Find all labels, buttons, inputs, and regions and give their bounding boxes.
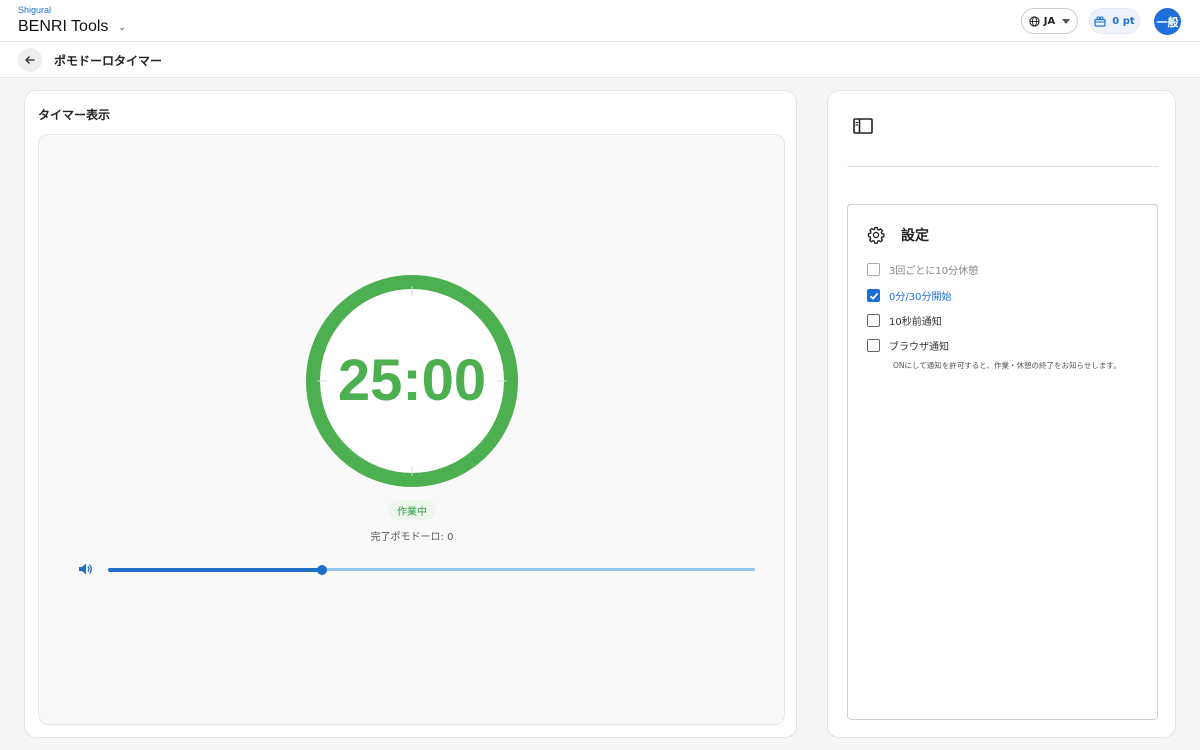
checkbox-browser-notify[interactable] (867, 339, 880, 352)
option-long-break[interactable]: 3回ごとに10分休憩 (867, 262, 978, 277)
option-label: 10秒前通知 (889, 317, 942, 328)
check-icon (869, 292, 878, 300)
timer-display-panel: 25:00 作業中 完了ポモドーロ: 0 (38, 134, 785, 725)
volume-icon[interactable] (77, 561, 93, 577)
top-bar: Shigural BENRI Tools ⌄ JA 0 pt 一般 (0, 0, 1200, 42)
option-label: 3回ごとに10分休憩 (889, 266, 979, 277)
gear-icon (867, 226, 885, 244)
timer-card-title: タイマー表示 (38, 108, 111, 122)
checkbox-align-start[interactable] (867, 289, 880, 302)
page-title: ポモドーロタイマー (54, 54, 163, 68)
back-button[interactable] (18, 48, 42, 72)
language-label: JA (1043, 15, 1056, 27)
caret-down-icon (1062, 18, 1071, 24)
timer-time: 25:00 (338, 348, 486, 413)
completed-pomodoro-count: 完了ポモドーロ: 0 (370, 532, 454, 543)
settings-title: 設定 (901, 228, 929, 244)
checkbox-long-break[interactable] (867, 263, 880, 276)
browser-notify-hint: ONにして通知を許可すると、作業・休憩の終了をお知らせします。 (893, 361, 1121, 370)
settings-header: 設定 (867, 225, 929, 245)
status-badge: 作業中 (388, 500, 436, 520)
sidebar-panel-icon[interactable] (853, 118, 873, 134)
gift-icon (1094, 15, 1106, 27)
page-header: ポモドーロタイマー (0, 42, 1200, 78)
divider (847, 166, 1158, 167)
option-align-start[interactable]: 0分/30分開始 (867, 288, 951, 303)
settings-panel: 設定 3回ごとに10分休憩 0分/30分開始 10秒前通知 ブラウザ通知 ONに… (847, 204, 1158, 720)
user-avatar[interactable]: 一般 (1154, 8, 1181, 35)
option-browser-notify[interactable]: ブラウザ通知 (867, 338, 949, 353)
timer-card: タイマー表示 25:00 作業中 完了ポモドーロ: 0 (24, 90, 797, 738)
volume-slider-fill (108, 567, 322, 572)
brand-company: Shigural (18, 5, 52, 15)
checkbox-10s-notify[interactable] (867, 314, 880, 327)
chevron-down-icon: ⌄ (118, 22, 126, 32)
points-button[interactable]: 0 pt (1089, 8, 1140, 34)
brand-name: BENRI Tools (18, 18, 109, 35)
brand-menu[interactable]: BENRI Tools ⌄ (18, 18, 126, 36)
globe-icon (1029, 15, 1040, 27)
option-label: 0分/30分開始 (889, 292, 952, 303)
volume-slider-thumb[interactable] (316, 564, 327, 575)
language-selector[interactable]: JA (1021, 8, 1078, 34)
volume-slider[interactable] (108, 564, 755, 575)
arrow-left-icon (25, 56, 35, 64)
option-label: ブラウザ通知 (889, 342, 949, 353)
timer-ring: 25:00 (306, 275, 518, 487)
points-value: 0 pt (1112, 15, 1135, 27)
settings-card: 設定 3回ごとに10分休憩 0分/30分開始 10秒前通知 ブラウザ通知 ONに… (827, 90, 1176, 738)
option-10s-notify[interactable]: 10秒前通知 (867, 313, 942, 328)
